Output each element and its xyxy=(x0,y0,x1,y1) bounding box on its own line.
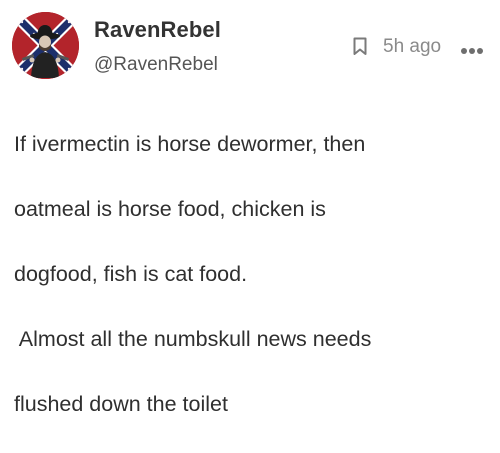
post-body-line: oatmeal is horse food, chicken is xyxy=(14,196,326,221)
author-handle[interactable]: @RavenRebel xyxy=(94,54,218,76)
more-options-icon[interactable] xyxy=(460,42,484,54)
post-body-line: If ivermectin is horse dewormer, then xyxy=(14,131,366,156)
post-card: RavenRebel @RavenRebel 5h ago If ivermec… xyxy=(0,0,500,416)
post-timestamp: 5h ago xyxy=(383,36,442,57)
post-body-line: Almost all the numbskull news needs xyxy=(14,326,372,351)
post-body: If ivermectin is horse dewormer, then oa… xyxy=(14,95,492,453)
bookmark-icon[interactable] xyxy=(353,37,367,56)
confederate-flag-cowboy-avatar-icon xyxy=(12,12,79,79)
avatar[interactable] xyxy=(12,12,79,79)
post-body-line: flushed down the toilet xyxy=(14,391,228,416)
author-display-name[interactable]: RavenRebel xyxy=(94,17,221,43)
post-body-line: dogfood, fish is cat food. xyxy=(14,261,248,286)
